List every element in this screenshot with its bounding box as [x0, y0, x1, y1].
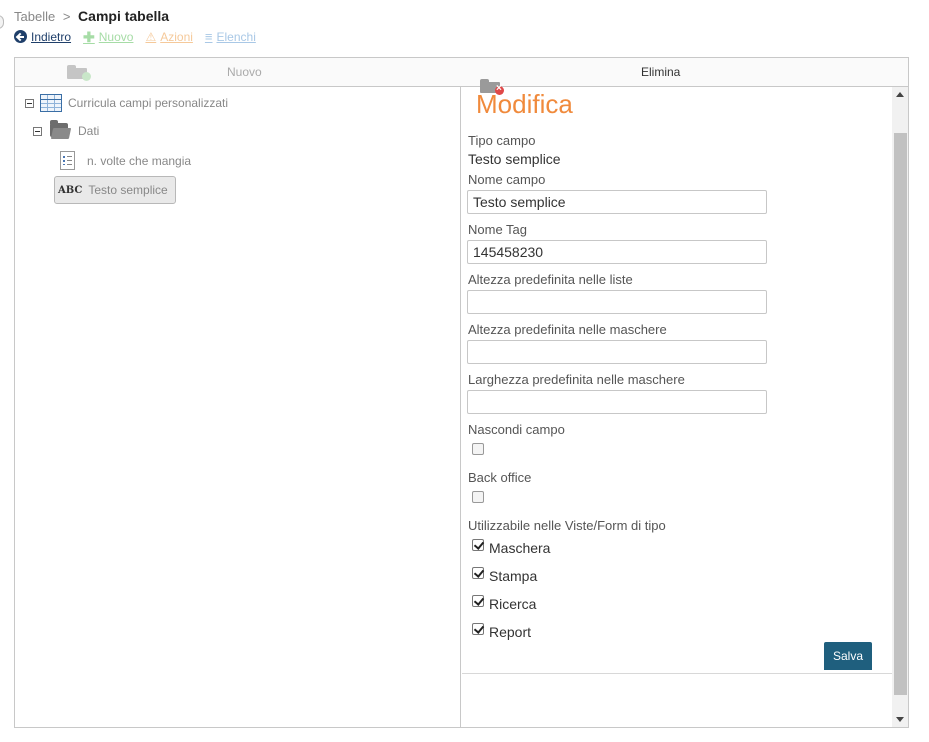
field-tree: Curricula campi personalizzati Dati n. v…	[15, 87, 461, 727]
edge-handle	[0, 15, 4, 29]
field-name-input[interactable]	[467, 190, 767, 214]
page-title: Campi tabella	[78, 8, 170, 24]
toolbar-new-button[interactable]: Nuovo	[227, 65, 262, 79]
mask-height-input[interactable]	[467, 340, 767, 364]
tree-node-selected-label: Testo semplice	[88, 183, 168, 197]
tree-node-field-label: n. volte che mangia	[87, 153, 192, 168]
table-icon	[40, 94, 62, 112]
back-link[interactable]: Indietro	[14, 29, 71, 44]
arrow-left-circle-icon	[14, 30, 27, 43]
mask-width-label: Larghezza predefinita nelle maschere	[468, 372, 685, 387]
edit-form: Modifica Tipo campo Testo semplice Nome …	[462, 87, 892, 674]
tree-node-folder-label: Dati	[78, 124, 100, 138]
new-link[interactable]: ✚ Nuovo	[83, 29, 133, 44]
folder-open-icon	[50, 120, 72, 139]
tag-name-input[interactable]	[467, 240, 767, 264]
back-office-checkbox[interactable]	[472, 491, 484, 503]
plus-icon: ✚	[83, 28, 95, 45]
mask-height-label: Altezza predefinita nelle maschere	[468, 322, 667, 337]
warning-icon: ⚠	[145, 29, 157, 44]
back-office-label: Back office	[468, 470, 532, 485]
actions-link[interactable]: ⚠ Azioni	[145, 29, 192, 44]
tree-node-field-selected[interactable]: ABC Testo semplice	[54, 176, 176, 204]
list-icon: ≡	[204, 29, 213, 44]
list-height-input[interactable]	[467, 290, 767, 314]
lists-label: Elenchi	[216, 29, 256, 44]
field-name-label: Nome campo	[468, 172, 546, 187]
tag-name-label: Nome Tag	[468, 222, 528, 237]
field-type-label: Tipo campo	[468, 133, 536, 148]
view-type-maschera-label: Maschera	[489, 540, 551, 556]
view-type-stampa-checkbox[interactable]	[472, 567, 484, 579]
breadcrumb-parent-link[interactable]: Tabelle	[14, 9, 55, 24]
view-type-ricerca-label: Ricerca	[489, 596, 537, 612]
back-label: Indietro	[31, 29, 72, 44]
mask-width-input[interactable]	[467, 390, 767, 414]
scroll-thumb[interactable]	[894, 133, 907, 695]
tree-node-root[interactable]: Curricula campi personalizzati	[25, 94, 228, 112]
scroll-up-arrow-icon[interactable]	[892, 87, 908, 103]
scroll-down-arrow-icon[interactable]	[892, 711, 908, 727]
view-types-label: Utilizzabile nelle Viste/Form di tipo	[468, 518, 666, 533]
form-title: Modifica	[476, 89, 573, 119]
view-type-maschera-checkbox[interactable]	[472, 539, 484, 551]
main-panel: Nuovo Elimina Curricula campi personaliz…	[14, 57, 909, 728]
list-height-label: Altezza predefinita nelle liste	[468, 272, 633, 287]
breadcrumb: Tabelle > Campi tabella	[14, 8, 169, 24]
lists-link[interactable]: ≡ Elenchi	[205, 29, 256, 44]
new-folder-icon[interactable]	[67, 65, 91, 81]
view-type-stampa-label: Stampa	[489, 568, 538, 584]
toolbar-delete-button[interactable]: Elimina	[641, 65, 680, 79]
view-type-ricerca-checkbox[interactable]	[472, 595, 484, 607]
form-scrollbar[interactable]	[892, 87, 908, 727]
tree-node-field[interactable]: n. volte che mangia	[60, 151, 191, 170]
hide-field-checkbox[interactable]	[472, 443, 484, 455]
view-type-report-label: Report	[489, 624, 532, 640]
collapse-toggle-icon[interactable]	[25, 98, 34, 108]
hide-field-label: Nascondi campo	[468, 422, 565, 437]
list-document-icon	[60, 151, 75, 170]
form-footer-divider	[462, 673, 892, 674]
action-bar: Indietro ✚ Nuovo ⚠ Azioni ≡ Elenchi	[14, 29, 256, 44]
actions-label: Azioni	[160, 29, 193, 44]
view-type-report-checkbox[interactable]	[472, 623, 484, 635]
tree-toolbar: Nuovo Elimina	[15, 58, 908, 95]
save-button[interactable]: Salva	[824, 642, 872, 670]
text-field-icon: ABC	[58, 184, 83, 196]
field-type-value: Testo semplice	[468, 151, 561, 167]
tree-node-folder[interactable]: Dati	[33, 120, 100, 139]
new-label: Nuovo	[98, 29, 134, 44]
tree-node-root-label: Curricula campi personalizzati	[68, 96, 229, 110]
collapse-toggle-icon[interactable]	[33, 126, 42, 136]
breadcrumb-separator: >	[62, 9, 71, 24]
